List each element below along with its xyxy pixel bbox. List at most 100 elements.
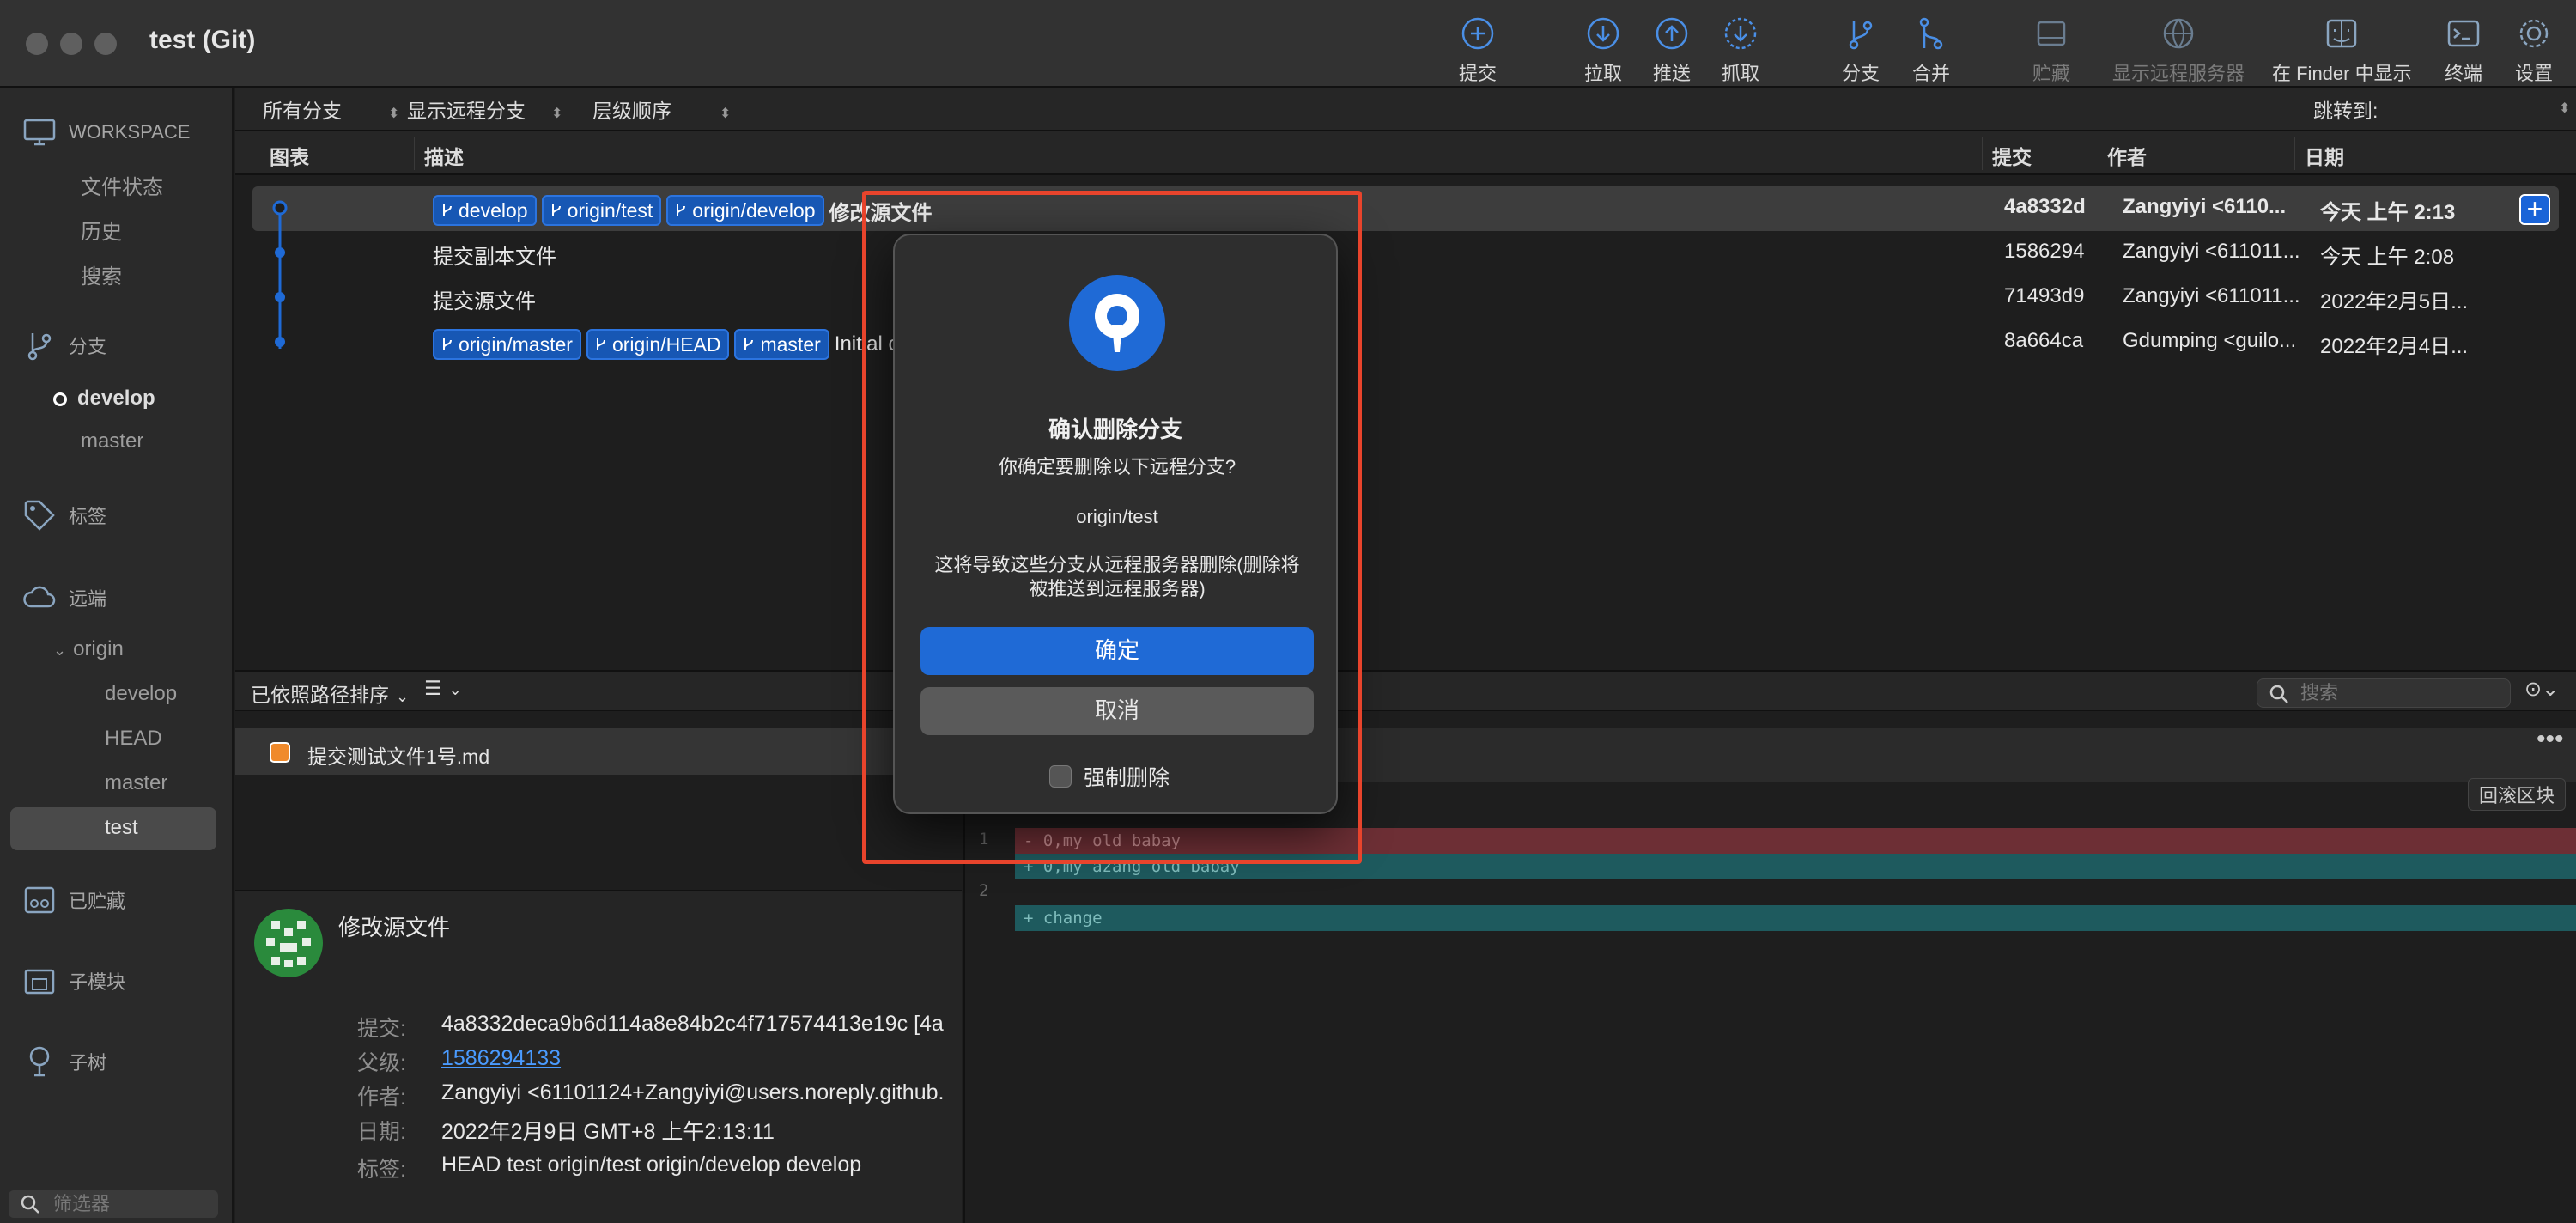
show-remote-label: 显示远程服务器 bbox=[2112, 63, 2245, 84]
stash-toolbar-button[interactable]: 贮藏 bbox=[2032, 14, 2071, 86]
sidebar-item-history[interactable]: 历史 bbox=[81, 215, 122, 245]
sidebar: WORKSPACE 文件状态 历史 搜索 分支 develop master 标… bbox=[0, 88, 234, 1223]
remote-filter-select[interactable]: 显示远程分支 ⬍ bbox=[407, 94, 562, 124]
description-column-header[interactable]: 描述 bbox=[424, 141, 464, 170]
commit-date: 今天 上午 2:08 bbox=[2320, 246, 2455, 269]
detail-label: 日期: bbox=[357, 1120, 406, 1144]
toolbar: test (Git) 提交 拉取 推送 抓取 分支 合并 贮藏 显示远程服务器 … bbox=[0, 0, 2576, 88]
workspace-label: WORKSPACE bbox=[69, 121, 191, 143]
detail-value: 4a8332deca9b6d114a8e84b2c4f717574413e19c… bbox=[441, 1012, 944, 1036]
remotes-header[interactable]: 远端 bbox=[22, 581, 106, 615]
sidebar-item-develop[interactable]: develop bbox=[53, 386, 155, 411]
more-options-icon[interactable]: ⊙⌄ bbox=[2524, 677, 2559, 702]
diff-search-input[interactable]: 搜索 bbox=[2257, 678, 2511, 708]
commit-row[interactable]: 提交源文件 71493d9 Zangyiyi <611011... 2022年2… bbox=[252, 276, 2559, 320]
file-list-item[interactable]: 提交测试文件1号.md bbox=[235, 728, 962, 775]
order-select[interactable]: 层级顺序 ⬍ bbox=[592, 94, 731, 124]
commit-row[interactable]: origin/master origin/HEAD master Initial… bbox=[252, 320, 2559, 365]
author-column-header[interactable]: 作者 bbox=[2107, 141, 2147, 170]
settings-label: 设置 bbox=[2514, 63, 2553, 84]
sidebar-item-search[interactable]: 搜索 bbox=[81, 259, 122, 289]
submodules-header[interactable]: 子模块 bbox=[22, 964, 125, 998]
tags-header[interactable]: 标签 bbox=[22, 498, 106, 532]
commit-row[interactable]: develop origin/test origin/develop 修改源文件… bbox=[252, 186, 2559, 231]
commit-graph bbox=[272, 200, 288, 349]
add-icon[interactable]: + bbox=[2519, 194, 2550, 225]
merge-toolbar-button[interactable]: 合并 bbox=[1911, 14, 1951, 86]
branch-icon bbox=[677, 204, 686, 216]
column-divider[interactable] bbox=[1982, 137, 1983, 170]
submodule-icon bbox=[24, 969, 55, 995]
zoom-window-button[interactable] bbox=[94, 33, 117, 55]
sidebar-item-file-status[interactable]: 文件状态 bbox=[81, 170, 163, 200]
tags-label: 标签 bbox=[69, 506, 107, 527]
detail-value: Zangyiyi <61101124+Zangyiyi@users.norepl… bbox=[441, 1080, 945, 1104]
tag-label: origin/test bbox=[567, 198, 653, 222]
list-icon: ☰ bbox=[424, 677, 442, 699]
sort-menu[interactable]: 已依照路径排序 ⌄ bbox=[251, 678, 409, 708]
sidebar-item-origin-develop[interactable]: develop bbox=[105, 682, 177, 706]
column-divider[interactable] bbox=[2294, 137, 2295, 170]
commit-date: 2022年2月4日... bbox=[2320, 335, 2469, 358]
branch-tag: master bbox=[734, 329, 829, 360]
workspace-header: WORKSPACE bbox=[22, 115, 190, 149]
stashes-header[interactable]: 已贮藏 bbox=[22, 883, 125, 917]
pull-toolbar-button[interactable]: 拉取 bbox=[1583, 14, 1623, 86]
branch-tag: origin/master bbox=[433, 329, 581, 360]
main-panel: 所有分支 ⬍ 显示远程分支 ⬍ 层级顺序 ⬍ 跳转到: ⬍ 图表 描述 提交 作者 日… bbox=[235, 88, 2576, 1223]
updown-icon: ⬍ bbox=[388, 106, 400, 121]
sidebar-filter-input[interactable]: 筛选器 bbox=[9, 1190, 218, 1218]
fetch-label: 抓取 bbox=[1721, 63, 1759, 84]
column-divider[interactable] bbox=[414, 137, 415, 170]
branch-filter-select[interactable]: 所有分支 ⬍ bbox=[263, 94, 399, 124]
fetch-toolbar-button[interactable]: 抓取 bbox=[1721, 14, 1760, 86]
parent-link[interactable]: 1586294133 bbox=[441, 1046, 561, 1071]
jump-to-arrows[interactable]: ⬍ bbox=[2559, 94, 2570, 118]
close-window-button[interactable] bbox=[26, 33, 48, 55]
branches-header[interactable]: 分支 bbox=[22, 328, 106, 362]
commit-hash: 71493d9 bbox=[2004, 284, 2085, 307]
stash-icon bbox=[24, 886, 55, 914]
commit-details: 修改源文件 提交: 4a8332deca9b6d114a8e84b2c4f7175… bbox=[235, 890, 962, 1223]
diff-line-added: + change bbox=[1015, 905, 2576, 931]
push-toolbar-button[interactable]: 推送 bbox=[1652, 14, 1692, 86]
commit-message: 提交副本文件 bbox=[433, 246, 556, 269]
jump-to-select[interactable]: 跳转到: bbox=[2313, 94, 2378, 124]
show-remote-toolbar-button[interactable]: 显示远程服务器 bbox=[2112, 14, 2245, 86]
sourcetree-window: test (Git) 提交 拉取 推送 抓取 分支 合并 贮藏 显示远程服务器 … bbox=[0, 0, 2576, 1223]
commit-author: Zangyiyi <611011... bbox=[2123, 284, 2300, 307]
tag-label: master bbox=[760, 332, 821, 356]
branch-icon bbox=[27, 333, 52, 361]
sidebar-item-origin-test[interactable]: test bbox=[105, 816, 138, 840]
branch-tag: origin/test bbox=[541, 195, 662, 226]
branch-label: 分支 bbox=[1841, 63, 1880, 84]
settings-toolbar-button[interactable]: 设置 bbox=[2514, 14, 2554, 86]
terminal-icon bbox=[2444, 14, 2483, 53]
commit-hash: 4a8332d bbox=[2004, 195, 2086, 218]
commit-column-header[interactable]: 提交 bbox=[1992, 141, 2032, 170]
file-name: 提交测试文件1号.md bbox=[307, 745, 490, 768]
updown-icon: ⬍ bbox=[720, 106, 732, 121]
branch-tag: develop bbox=[433, 195, 537, 226]
commit-toolbar-button[interactable]: 提交 bbox=[1458, 14, 1498, 86]
commit-row[interactable]: 提交副本文件 1586294 Zangyiyi <611011... 今天 上午… bbox=[252, 231, 2559, 276]
stashes-label: 已贮藏 bbox=[69, 891, 126, 912]
push-label: 推送 bbox=[1652, 63, 1691, 84]
date-column-header[interactable]: 日期 bbox=[2305, 141, 2344, 170]
pull-icon bbox=[1583, 14, 1623, 53]
minimize-window-button[interactable] bbox=[60, 33, 82, 55]
sort-label: 已依照路径排序 bbox=[251, 684, 389, 706]
graph-column-header[interactable]: 图表 bbox=[270, 141, 309, 170]
show-in-finder-toolbar-button[interactable]: 在 Finder 中显示 bbox=[2272, 14, 2412, 86]
ellipsis-icon[interactable]: ••• bbox=[2537, 725, 2564, 754]
sidebar-item-master[interactable]: master bbox=[81, 429, 143, 453]
branch-toolbar-button[interactable]: 分支 bbox=[1841, 14, 1880, 86]
sidebar-item-origin-master[interactable]: master bbox=[105, 771, 167, 795]
terminal-toolbar-button[interactable]: 终端 bbox=[2444, 14, 2483, 86]
revert-hunk-button[interactable]: 回滚区块 bbox=[2468, 778, 2567, 811]
sidebar-item-origin[interactable]: ⌄ origin bbox=[53, 637, 124, 661]
sidebar-item-origin-head[interactable]: HEAD bbox=[105, 727, 162, 751]
view-mode-menu[interactable]: ☰ ⌄ bbox=[424, 677, 462, 700]
branch-tag: origin/HEAD bbox=[586, 329, 730, 360]
subtrees-header[interactable]: 子树 bbox=[22, 1044, 106, 1079]
